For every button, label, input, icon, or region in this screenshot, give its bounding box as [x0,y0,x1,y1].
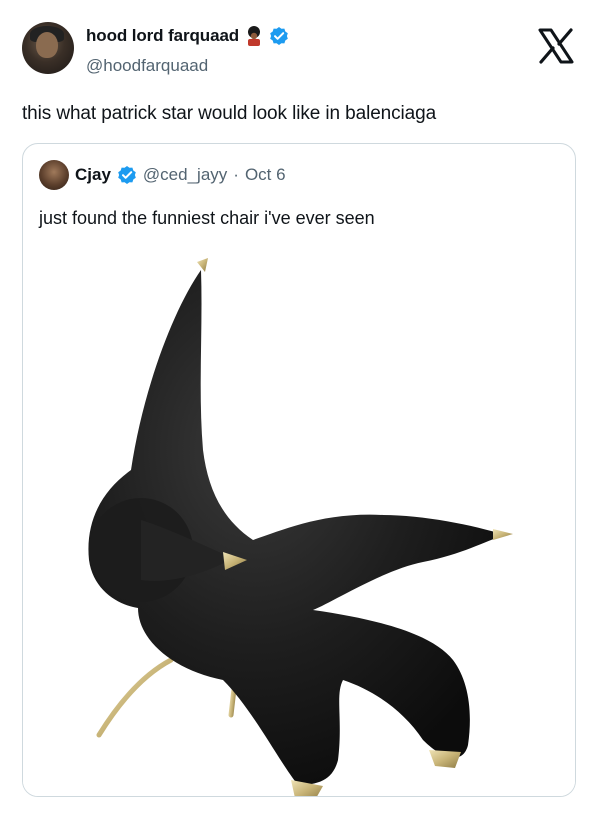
quoted-tweet-date[interactable]: Oct 6 [245,165,286,185]
author-handle[interactable]: @hoodfarquaad [86,56,208,76]
tweet-text: this what patrick star would look like i… [22,103,437,124]
guard-emoji-icon [248,26,261,46]
meta-separator: · [233,165,239,184]
author-avatar[interactable] [22,22,74,74]
quoted-tweet-text: just found the funniest chair i've ever … [39,208,375,228]
author-name-row: hood lord farquaad [86,26,289,46]
verified-badge-icon [270,27,288,45]
quoted-verified-badge-icon [118,166,136,184]
author-display-name[interactable]: hood lord farquaad [86,26,239,46]
quoted-tweet-card[interactable]: Cjay @ced_jayy · Oct 6 just found the fu… [22,143,576,797]
x-logo-icon[interactable] [538,28,574,64]
quoted-author-avatar[interactable] [39,160,69,190]
quoted-tweet-header: Cjay @ced_jayy · Oct 6 [39,160,286,190]
quoted-author-handle[interactable]: @ced_jayy [143,165,227,185]
quoted-author-display-name[interactable]: Cjay [75,165,111,185]
starfish-chair-image[interactable] [23,240,575,796]
